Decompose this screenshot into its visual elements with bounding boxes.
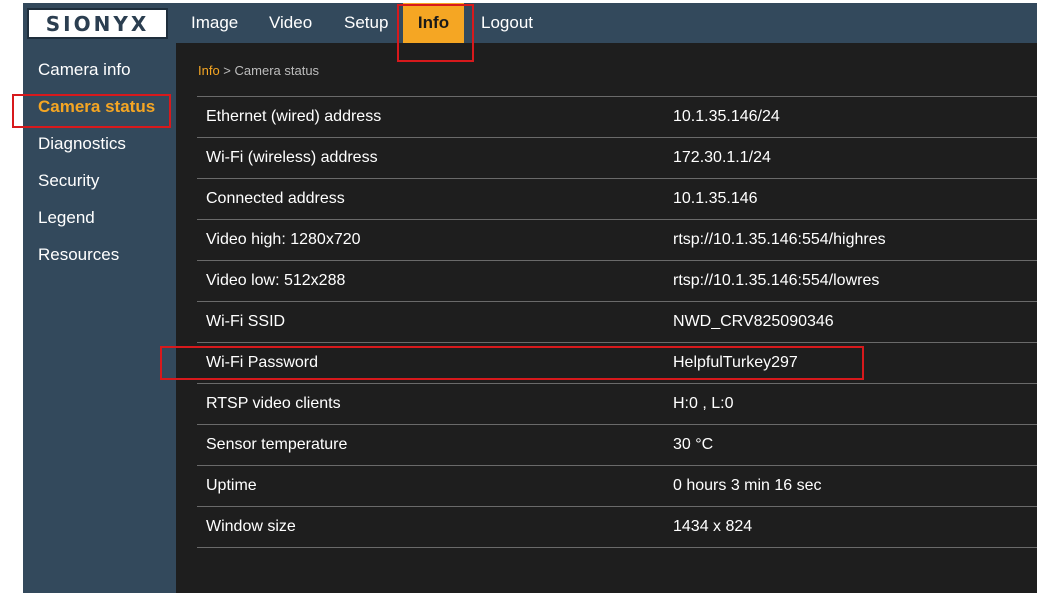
- row-key: Ethernet (wired) address: [206, 108, 382, 125]
- breadcrumb-separator: >: [219, 63, 235, 78]
- table-row: Uptime 0 hours 3 min 16 sec: [197, 466, 1037, 507]
- logo-text: SIONYX: [45, 11, 150, 36]
- sidebar-item-camera-info[interactable]: Camera info: [38, 60, 131, 80]
- table-row: Connected address 10.1.35.146: [197, 179, 1037, 220]
- row-value: 30 °C: [673, 436, 714, 453]
- table-row: Wi-Fi (wireless) address 172.30.1.1/24: [197, 138, 1037, 179]
- row-key: Video high: 1280x720: [206, 231, 361, 248]
- row-value: 0 hours 3 min 16 sec: [673, 477, 822, 494]
- row-key: Wi-Fi SSID: [206, 313, 286, 330]
- sidebar-item-legend[interactable]: Legend: [38, 208, 95, 228]
- row-value: 172.30.1.1/24: [673, 149, 771, 166]
- breadcrumb-current: Camera status: [234, 63, 320, 78]
- row-key: Video low: 512x288: [206, 272, 346, 289]
- app-window: SIONYX Image Video Setup Info Logout Cam…: [23, 3, 1037, 593]
- row-value: HelpfulTurkey297: [673, 354, 798, 371]
- row-key: RTSP video clients: [206, 395, 341, 412]
- sidebar-item-resources[interactable]: Resources: [38, 245, 119, 265]
- table-row: Ethernet (wired) address 10.1.35.146/24: [197, 97, 1037, 138]
- row-key: Wi-Fi (wireless) address: [206, 149, 378, 166]
- row-key: Connected address: [206, 190, 345, 207]
- table-row: RTSP video clients H:0 , L:0: [197, 384, 1037, 425]
- row-value: rtsp://10.1.35.146:554/lowres: [673, 272, 880, 289]
- row-value: 10.1.35.146: [673, 190, 758, 207]
- status-table: Ethernet (wired) address 10.1.35.146/24 W…: [197, 96, 1037, 548]
- breadcrumb: Info > Camera status: [198, 63, 319, 78]
- nav-info[interactable]: Info: [403, 3, 464, 43]
- nav-video[interactable]: Video: [269, 3, 312, 43]
- sidebar-item-security[interactable]: Security: [38, 171, 99, 191]
- sidebar-item-diagnostics[interactable]: Diagnostics: [38, 134, 126, 154]
- row-key: Uptime: [206, 477, 257, 494]
- row-value: 10.1.35.146/24: [673, 108, 780, 125]
- table-row: Video high: 1280x720 rtsp://10.1.35.146:5…: [197, 220, 1037, 261]
- sidebar: Camera info Camera status Diagnostics Se…: [23, 43, 176, 593]
- table-row: Wi-Fi Password HelpfulTurkey297: [197, 343, 1037, 384]
- top-nav-bar: SIONYX Image Video Setup Info Logout: [23, 3, 1037, 43]
- row-key: Sensor temperature: [206, 436, 348, 453]
- table-row: Wi-Fi SSID NWD_CRV825090346: [197, 302, 1037, 343]
- row-value: H:0 , L:0: [673, 395, 734, 412]
- row-value: rtsp://10.1.35.146:554/highres: [673, 231, 886, 248]
- nav-logout[interactable]: Logout: [481, 3, 533, 43]
- row-key: Wi-Fi Password: [206, 354, 319, 371]
- table-row: Video low: 512x288 rtsp://10.1.35.146:554…: [197, 261, 1037, 302]
- nav-image[interactable]: Image: [191, 3, 238, 43]
- row-value: 1434 x 824: [673, 518, 753, 535]
- nav-setup[interactable]: Setup: [344, 3, 388, 43]
- sionyx-logo[interactable]: SIONYX: [27, 8, 168, 39]
- row-key: Window size: [206, 518, 296, 535]
- table-row: Window size 1434 x 824: [197, 507, 1037, 548]
- table-row: Sensor temperature 30 °C: [197, 425, 1037, 466]
- row-value: NWD_CRV825090346: [673, 313, 834, 330]
- breadcrumb-parent-link[interactable]: Info: [198, 63, 220, 78]
- sidebar-item-camera-status[interactable]: Camera status: [38, 97, 155, 117]
